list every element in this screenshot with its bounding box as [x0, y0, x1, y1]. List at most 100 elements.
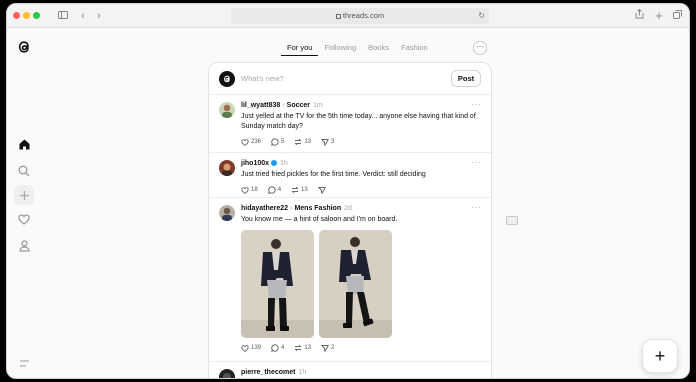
more-icon[interactable]: ···	[472, 100, 482, 109]
comment-count: 5	[281, 139, 285, 145]
browser-toolbar: ‹ › threads.com ↻ +	[7, 4, 689, 28]
panel-toggle-icon[interactable]	[506, 216, 518, 225]
share-button[interactable]	[317, 186, 326, 194]
share-count: 2	[331, 345, 335, 351]
forward-icon[interactable]: ›	[91, 8, 107, 24]
tab-for-you[interactable]: For you	[281, 40, 319, 56]
back-icon[interactable]: ‹	[75, 8, 91, 24]
like-button[interactable]: 139	[241, 344, 262, 352]
url-text: threads.com	[342, 11, 385, 20]
comment-count: 4	[281, 345, 285, 351]
lock-icon	[335, 13, 341, 19]
post-text: Just yelled at the TV for the 5th time t…	[241, 113, 476, 130]
like-count: 18	[251, 187, 258, 193]
browser-window: ‹ › threads.com ↻ + For you Following Bo…	[6, 3, 690, 379]
create-post-button[interactable]: +	[642, 339, 678, 373]
post-time: 2d	[344, 205, 352, 212]
menu-icon[interactable]	[14, 353, 34, 373]
post[interactable]: hidayathere22 › Mens Fashion 2d ··· You kno…	[209, 198, 491, 362]
address-bar[interactable]: threads.com ↻	[231, 8, 489, 24]
like-button[interactable]: 18	[241, 186, 258, 194]
share-icon[interactable]	[631, 8, 647, 24]
comment-button[interactable]: 4	[267, 186, 282, 194]
share-button[interactable]: 3	[321, 138, 334, 146]
feed-tabs: For you Following Books Fashion	[281, 40, 434, 56]
comment-count: 4	[277, 187, 282, 193]
more-icon[interactable]: ···	[472, 203, 482, 212]
sidebar-toggle-icon[interactable]	[55, 8, 71, 24]
post[interactable]: pierre_thecomet 1h	[209, 362, 491, 378]
repost-count: 13	[301, 187, 308, 193]
post-username[interactable]: hidayathere22	[241, 205, 288, 212]
post-button[interactable]: Post	[451, 70, 481, 87]
like-count: 139	[251, 345, 262, 351]
comment-icon	[267, 186, 276, 194]
person-icon[interactable]	[14, 236, 34, 256]
share-button[interactable]: 2	[321, 344, 334, 352]
verified-icon	[271, 160, 278, 166]
minimize-window-button[interactable]	[23, 12, 30, 19]
repost-button[interactable]: 13	[294, 344, 311, 352]
chevron-right-icon: ›	[290, 205, 293, 212]
comment-button[interactable]: 4	[271, 344, 284, 352]
post[interactable]: lil_wyatt838 › Soccer 1m ··· Just yelled at…	[209, 95, 491, 153]
new-tab-icon[interactable]: +	[651, 8, 667, 24]
send-icon	[321, 345, 330, 352]
like-button[interactable]: 236	[241, 138, 262, 146]
tab-fashion[interactable]: Fashion	[395, 40, 434, 56]
chevron-right-icon: ›	[282, 102, 285, 109]
more-icon[interactable]: ···	[472, 158, 482, 167]
left-nav	[7, 28, 43, 378]
post-time: 1m	[313, 102, 323, 109]
tab-books[interactable]: Books	[362, 40, 395, 56]
repost-button[interactable]: 13	[294, 138, 311, 146]
avatar[interactable]	[219, 71, 235, 87]
plus-icon[interactable]	[14, 185, 34, 205]
post-text: Just tried fried pickles for the first t…	[241, 171, 426, 178]
repost-icon	[294, 344, 302, 352]
post-actions: 139 4 13 2	[241, 343, 481, 353]
reload-icon[interactable]: ↻	[478, 8, 485, 24]
feed-options-button[interactable]: ···	[473, 41, 487, 55]
close-window-button[interactable]	[13, 12, 20, 19]
avatar[interactable]	[219, 369, 235, 378]
send-icon	[321, 139, 330, 146]
tab-overview-icon[interactable]	[669, 8, 685, 24]
post-photo[interactable]	[319, 230, 392, 338]
avatar[interactable]	[219, 160, 235, 176]
post-media	[241, 230, 481, 338]
home-icon[interactable]	[14, 134, 34, 154]
repost-icon	[291, 186, 299, 194]
post-time: 1h	[298, 369, 307, 376]
threads-logo-icon[interactable]	[15, 38, 33, 56]
post-time: 1h	[280, 160, 288, 167]
maximize-window-button[interactable]	[33, 12, 40, 19]
heart-icon[interactable]	[14, 209, 34, 229]
avatar[interactable]	[219, 205, 235, 221]
heart-icon	[241, 138, 249, 146]
repost-icon	[294, 138, 302, 146]
repost-button[interactable]: 13	[291, 186, 308, 194]
post-topic[interactable]: Soccer	[287, 102, 310, 109]
search-icon[interactable]	[14, 161, 34, 181]
like-count: 236	[251, 139, 262, 145]
post-username[interactable]: lil_wyatt838	[241, 102, 280, 109]
comment-button[interactable]: 5	[271, 138, 284, 146]
send-icon	[317, 187, 326, 194]
comment-icon	[271, 138, 279, 146]
composer-input[interactable]: What's new?	[241, 74, 284, 83]
post[interactable]: jiho100x 1h ··· Just tried fried pickles …	[209, 153, 491, 198]
avatar[interactable]	[219, 102, 235, 118]
post-username[interactable]: jiho100x	[241, 160, 269, 167]
tab-following[interactable]: Following	[318, 40, 362, 56]
composer: What's new? Post	[209, 63, 491, 95]
post-actions: 18 4 13	[241, 185, 481, 195]
post-actions: 236 5 13 3	[241, 137, 481, 147]
post-text: You know me — a hint of saloon and I'm o…	[241, 216, 398, 223]
post-photo[interactable]	[241, 230, 314, 338]
post-username[interactable]: pierre_thecomet	[241, 369, 295, 376]
repost-count: 13	[304, 139, 312, 145]
repost-count: 13	[304, 345, 312, 351]
post-topic[interactable]: Mens Fashion	[294, 205, 341, 212]
heart-icon	[241, 344, 249, 352]
